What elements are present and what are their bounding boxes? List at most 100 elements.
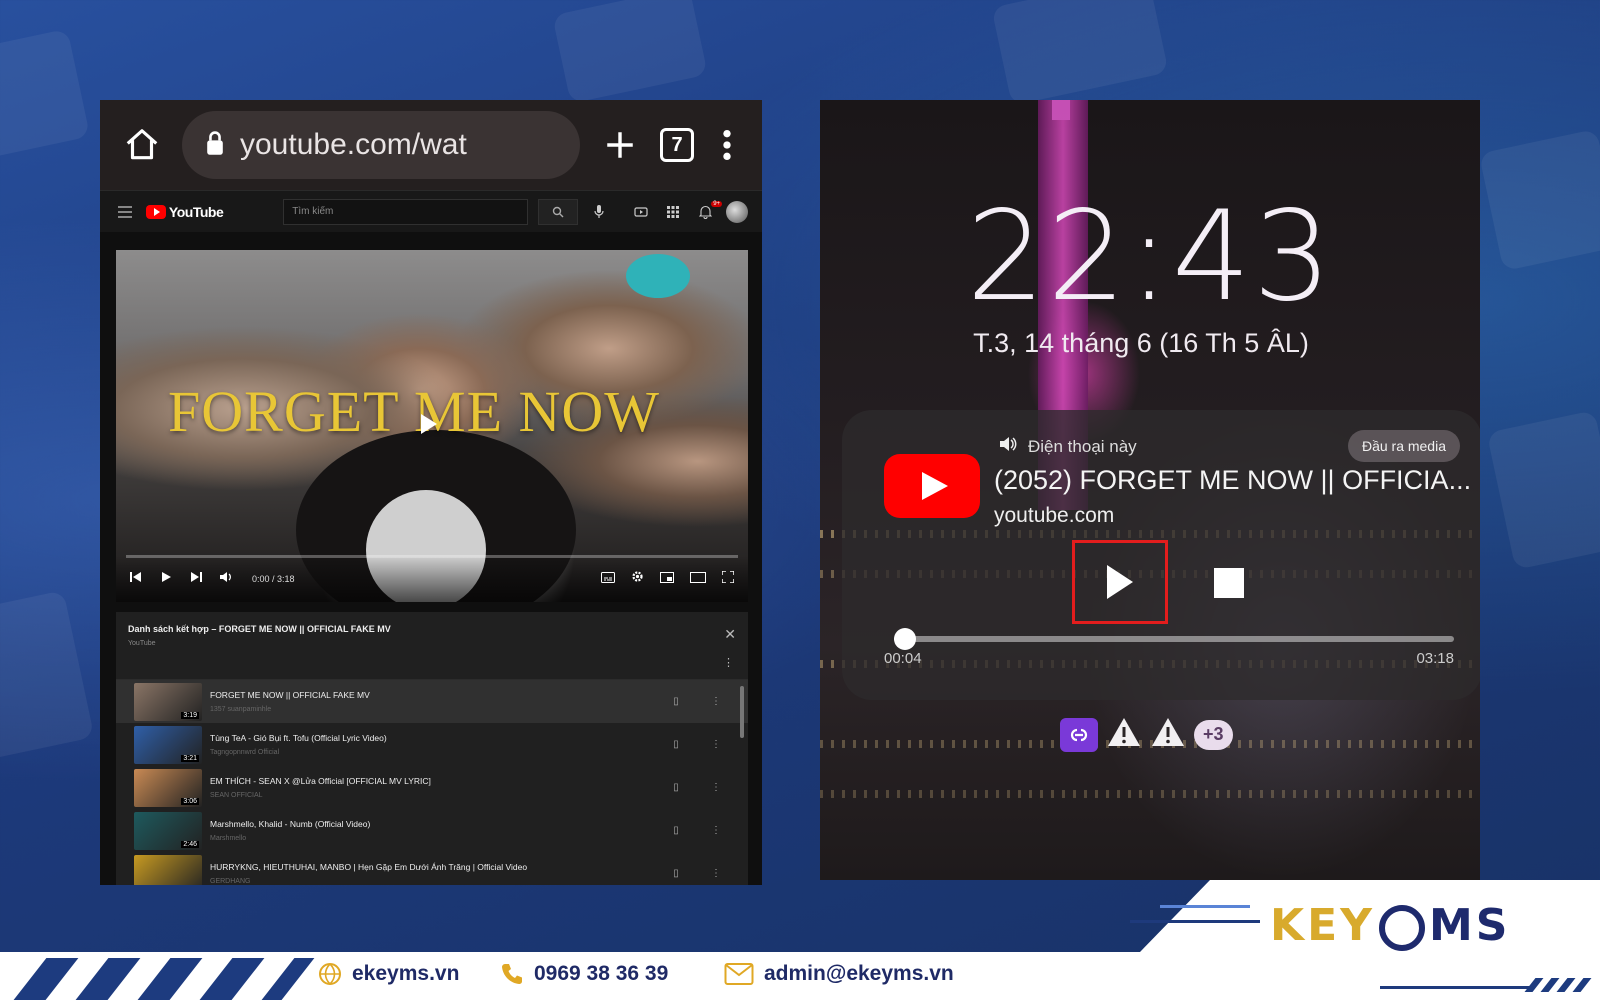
video-duration: 3:06 xyxy=(181,797,199,805)
background-tile xyxy=(1478,128,1600,272)
video-thumbnail[interactable]: 3:06 xyxy=(134,768,202,807)
playlist-title: Danh sách kết hợp – FORGET ME NOW || OFF… xyxy=(128,624,391,634)
playlist-more-icon[interactable]: ⋮ xyxy=(723,656,734,669)
more-menu-icon[interactable] xyxy=(712,123,742,167)
delete-icon[interactable]: ▯ xyxy=(660,868,692,879)
search-icon xyxy=(553,206,564,217)
video-duration: 2:46 xyxy=(181,840,199,848)
output-device: Điện thoại này xyxy=(1000,436,1137,457)
video-thumbnail[interactable]: 2:46 xyxy=(134,811,202,850)
delete-icon[interactable]: ▯ xyxy=(660,825,692,836)
close-icon[interactable]: ✕ xyxy=(724,626,736,643)
video-player[interactable]: FORGET ME NOW 0:00 / 3:18 xyxy=(116,250,748,602)
video-title-overlay: FORGET ME NOW xyxy=(168,379,661,444)
warning-icon[interactable] xyxy=(1106,716,1142,753)
notifications-bell-icon[interactable]: 9+ xyxy=(694,200,723,223)
stop-button[interactable] xyxy=(1214,568,1244,598)
address-bar[interactable]: youtube.com/wat xyxy=(182,111,580,179)
search-button[interactable] xyxy=(538,198,579,225)
item-more-icon[interactable]: ⋮ xyxy=(700,868,732,879)
background-tile xyxy=(0,590,95,760)
video-thumbnail[interactable] xyxy=(134,854,202,885)
lockscreen-clock: 22:43 xyxy=(966,185,1334,329)
total-time: 03:18 xyxy=(1416,650,1454,667)
video-controls: 0:00 / 3:18 xyxy=(116,556,748,602)
mail-icon xyxy=(724,963,754,985)
youtube-search-input[interactable]: Tìm kiếm xyxy=(283,198,529,225)
settings-gear-icon[interactable] xyxy=(631,570,644,588)
youtube-app-icon xyxy=(884,454,980,518)
video-duration: 3:21 xyxy=(181,754,199,762)
browser-toolbar: youtube.com/wat 7 xyxy=(100,100,762,190)
item-more-icon[interactable]: ⋮ xyxy=(700,782,732,793)
delete-icon[interactable]: ▯ xyxy=(660,696,692,707)
logo-ms-text: MS xyxy=(1429,900,1511,951)
seek-bar[interactable] xyxy=(894,628,1454,650)
seek-bar-handle[interactable] xyxy=(894,628,917,650)
elapsed-time: 00:04 xyxy=(884,650,922,667)
video-center-play-icon[interactable] xyxy=(421,414,437,434)
media-output-button[interactable]: Đầu ra media xyxy=(1347,430,1460,462)
play-icon[interactable] xyxy=(160,570,172,588)
video-thumbnail[interactable]: 3:19 xyxy=(134,682,202,721)
youtube-logo-text: YouTube xyxy=(168,203,224,220)
video-duration: 3:19 xyxy=(181,711,199,719)
playlist-subtitle: YouTube xyxy=(128,640,156,647)
volume-icon[interactable] xyxy=(220,570,234,588)
website-text: ekeyms.vn xyxy=(352,962,460,985)
fullscreen-icon[interactable] xyxy=(721,570,735,588)
video-title[interactable]: FORGET ME NOW || OFFICIAL FAKE MV xyxy=(210,690,652,700)
background-tile xyxy=(1486,410,1600,570)
youtube-logo[interactable]: YouTube xyxy=(145,203,224,220)
video-time: 0:00 / 3:18 xyxy=(252,574,295,584)
phone-text: 0969 38 36 39 xyxy=(534,962,669,985)
apps-grid-icon[interactable] xyxy=(662,201,684,223)
theater-mode-icon[interactable] xyxy=(690,570,706,588)
email-text: admin@ekeyms.vn xyxy=(764,962,954,985)
video-frame-shape xyxy=(626,254,690,298)
warning-icon[interactable] xyxy=(1150,716,1186,753)
avatar[interactable] xyxy=(726,200,748,223)
mix-playlist-panel: Danh sách kết hợp – FORGET ME NOW || OFF… xyxy=(116,612,748,885)
video-title[interactable]: Tùng TeA - Gió Bụi ft. Tofu (Official Ly… xyxy=(210,733,652,743)
video-title[interactable]: HURRYKNG, HIEUTHUHAI, MANBO | Hẹn Gặp Em… xyxy=(210,862,652,872)
video-title[interactable]: EM THÍCH - SEAN X @Lửa Official [OFFICIA… xyxy=(210,776,652,786)
notification-icons: +3 xyxy=(1060,716,1233,753)
home-icon[interactable] xyxy=(120,123,164,167)
item-more-icon[interactable]: ⋮ xyxy=(700,739,732,750)
video-title[interactable]: Marshmello, Khalid - Numb (Official Vide… xyxy=(210,819,652,829)
create-video-icon[interactable] xyxy=(630,201,652,223)
playlist-scrollbar[interactable] xyxy=(740,686,744,738)
delete-icon[interactable]: ▯ xyxy=(660,782,692,793)
playlist-item[interactable]: 2:46 Marshmello, Khalid - Numb (Official … xyxy=(116,809,748,852)
playlist-item[interactable]: HURRYKNG, HIEUTHUHAI, MANBO | Hẹn Gặp Em… xyxy=(116,852,748,885)
new-tab-icon[interactable] xyxy=(598,123,642,167)
hamburger-menu-icon[interactable] xyxy=(114,201,136,223)
globe-icon xyxy=(319,963,341,986)
playlist-item[interactable]: 3:19 FORGET ME NOW || OFFICIAL FAKE MV 135… xyxy=(116,680,748,723)
channel-name: GERDHANG xyxy=(210,878,251,885)
link-app-icon[interactable] xyxy=(1060,717,1098,752)
website-contact[interactable]: ekeyms.vn xyxy=(318,962,459,986)
play-button[interactable] xyxy=(1072,540,1168,624)
background-tile xyxy=(552,0,708,104)
youtube-header: YouTube Tìm kiếm 9+ xyxy=(100,190,762,232)
delete-icon[interactable]: ▯ xyxy=(660,739,692,750)
miniplayer-icon[interactable] xyxy=(660,570,674,588)
subtitles-icon[interactable] xyxy=(601,570,615,588)
playlist-item[interactable]: 3:06 EM THÍCH - SEAN X @Lửa Official [OFF… xyxy=(116,766,748,809)
more-notifications-badge[interactable]: +3 xyxy=(1194,719,1233,750)
email-contact[interactable]: admin@ekeyms.vn xyxy=(724,962,954,986)
tab-switcher-button[interactable]: 7 xyxy=(660,128,694,162)
channel-name: Marshmello xyxy=(210,835,247,842)
next-icon[interactable] xyxy=(190,570,202,588)
item-more-icon[interactable]: ⋮ xyxy=(700,696,732,707)
phone-contact[interactable]: 0969 38 36 39 xyxy=(500,962,668,986)
video-thumbnail[interactable]: 3:21 xyxy=(134,725,202,764)
key-icon xyxy=(1379,905,1426,951)
playlist-item[interactable]: 3:21 Tùng TeA - Gió Bụi ft. Tofu (Officia… xyxy=(116,723,748,766)
previous-icon[interactable] xyxy=(130,570,142,588)
lockscreen-screenshot: 22:43 T.3, 14 tháng 6 (16 Th 5 ÂL) Điện … xyxy=(820,100,1480,880)
microphone-icon[interactable] xyxy=(588,201,610,223)
item-more-icon[interactable]: ⋮ xyxy=(700,825,732,836)
